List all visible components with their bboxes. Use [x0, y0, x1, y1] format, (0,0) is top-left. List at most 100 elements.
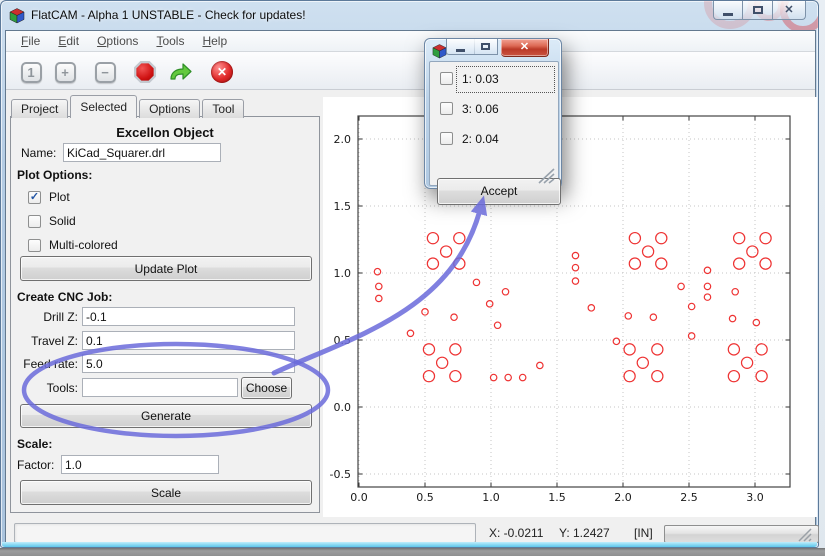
window-resize-grip[interactable]	[797, 527, 813, 543]
drill-z-input[interactable]	[82, 307, 295, 326]
drill-hole	[756, 344, 767, 355]
minimize-icon	[456, 49, 465, 52]
toolbar-button-delete[interactable]: ✕	[210, 60, 234, 84]
x-tick-label: 2.0	[614, 491, 632, 504]
checkbox-multi-colored[interactable]	[28, 239, 41, 252]
close-icon: ✕	[784, 5, 793, 16]
drill-hole	[422, 309, 428, 315]
menu-file[interactable]: File	[12, 32, 49, 50]
drill-hole	[473, 279, 479, 285]
stop-sign-icon	[134, 61, 157, 84]
plot-canvas[interactable]: 0.00.51.01.52.02.53.0-0.50.00.51.01.52.0	[323, 97, 817, 517]
flatcam-cube-icon	[9, 8, 25, 24]
drill-hole	[734, 233, 745, 244]
drill-hole	[437, 357, 448, 368]
tool-checkbox[interactable]	[440, 132, 453, 145]
tool-checkbox[interactable]	[440, 102, 453, 115]
factor-input[interactable]	[61, 455, 219, 474]
name-input[interactable]	[63, 143, 221, 162]
drill-hole	[629, 233, 640, 244]
toolbar-button-replot[interactable]	[169, 60, 193, 84]
minimize-icon	[723, 13, 733, 16]
drill-hole	[537, 362, 543, 368]
scale-button[interactable]: Scale	[20, 480, 312, 505]
drill-hole	[427, 258, 438, 269]
tool-label: 2: 0.04	[457, 127, 554, 152]
close-button[interactable]: ✕	[773, 1, 806, 20]
cnc-section-label: Create CNC Job:	[17, 290, 112, 304]
menu-options[interactable]: Options	[88, 32, 147, 50]
drill-hole	[704, 283, 710, 289]
travel-z-input[interactable]	[82, 331, 295, 350]
checkbox-plot[interactable]: ✓	[28, 191, 41, 204]
toolbar-button-stop[interactable]	[133, 60, 157, 84]
dialog-close-button[interactable]: ✕	[501, 39, 549, 57]
feed-rate-input[interactable]	[82, 354, 295, 373]
checkbox-solid[interactable]	[28, 215, 41, 228]
tools-dialog: ✕ 1: 0.033: 0.062: 0.04 Accept	[424, 38, 562, 189]
units-label: [IN]	[634, 526, 653, 540]
x-tick-label: 1.5	[548, 491, 566, 504]
drill-hole	[704, 267, 710, 273]
tools-input[interactable]	[82, 378, 238, 397]
feed-rate-row: Feed rate:	[11, 354, 319, 374]
dialog-maximize-button[interactable]	[474, 39, 498, 55]
progress-bar	[664, 525, 819, 543]
drill-hole	[451, 314, 457, 320]
title-bar[interactable]: FlatCAM - Alpha 1 UNSTABLE - Check for u…	[1, 1, 818, 30]
coordinate-y: Y: 1.2427	[559, 526, 610, 540]
drill-hole	[441, 246, 452, 257]
menu-edit[interactable]: Edit	[49, 32, 88, 50]
drill-z-row: Drill Z:	[11, 307, 319, 327]
dialog-resize-grip[interactable]	[536, 167, 556, 184]
tool-checkbox[interactable]	[440, 72, 453, 85]
drill-hole	[494, 322, 500, 328]
drill-hole	[629, 258, 640, 269]
choose-button[interactable]: Choose	[241, 377, 292, 399]
tab-bar: ProjectSelectedOptionsTool	[11, 95, 246, 118]
maximize-button[interactable]	[743, 1, 773, 20]
y-tick-label: 1.0	[334, 267, 352, 280]
drill-hole	[450, 344, 461, 355]
tab-selected[interactable]: Selected	[70, 95, 137, 118]
y-tick-label: 0.0	[334, 401, 352, 414]
drill-hole	[376, 283, 382, 289]
drill-hole	[728, 344, 739, 355]
window-title: FlatCAM - Alpha 1 UNSTABLE - Check for u…	[31, 8, 306, 22]
tool-row: 3: 0.06	[438, 97, 556, 123]
y-tick-label: -0.5	[330, 468, 351, 481]
menu-help[interactable]: Help	[193, 32, 236, 50]
minimize-button[interactable]	[713, 1, 743, 20]
tab-options[interactable]: Options	[139, 99, 200, 118]
tab-tool[interactable]: Tool	[202, 99, 244, 118]
toolbar-button-zoom-out[interactable]: −	[93, 60, 117, 84]
dialog-flatcam-cube-icon	[432, 44, 447, 59]
toolbar-button-zoom-in[interactable]: +	[53, 60, 77, 84]
drill-hole	[637, 357, 648, 368]
drill-hole	[747, 246, 758, 257]
drill-hole	[376, 295, 382, 301]
toolbar-button-one[interactable]: 1	[19, 60, 43, 84]
update-plot-button[interactable]: Update Plot	[20, 256, 312, 281]
drill-hole	[704, 294, 710, 300]
menu-tools[interactable]: Tools	[147, 32, 193, 50]
maximize-icon	[753, 6, 763, 14]
tab-project[interactable]: Project	[11, 99, 68, 118]
toolbar: 1 + − ✕	[6, 52, 815, 90]
drill-hole	[753, 319, 759, 325]
y-tick-label: 0.5	[334, 334, 352, 347]
window-controls: ✕	[713, 1, 806, 20]
main-window: FlatCAM - Alpha 1 UNSTABLE - Check for u…	[0, 0, 819, 548]
client-area: FileEditOptionsToolsHelp 1 + − ✕ Proje	[5, 30, 816, 545]
checkbox-row-plot: ✓Plot	[28, 189, 70, 205]
drill-hole	[688, 303, 694, 309]
screen: FlatCAM - Alpha 1 UNSTABLE - Check for u…	[0, 0, 825, 556]
generate-button[interactable]: Generate	[20, 404, 312, 428]
drill-hole	[613, 338, 619, 344]
green-redo-arrow-icon	[169, 62, 193, 82]
x-tick-label: 0.0	[350, 491, 368, 504]
x-tick-label: 1.0	[482, 491, 500, 504]
dialog-minimize-button[interactable]	[446, 39, 475, 55]
plot-svg: 0.00.51.01.52.02.53.0-0.50.00.51.01.52.0	[323, 97, 817, 517]
taskbar-strip	[0, 548, 825, 556]
